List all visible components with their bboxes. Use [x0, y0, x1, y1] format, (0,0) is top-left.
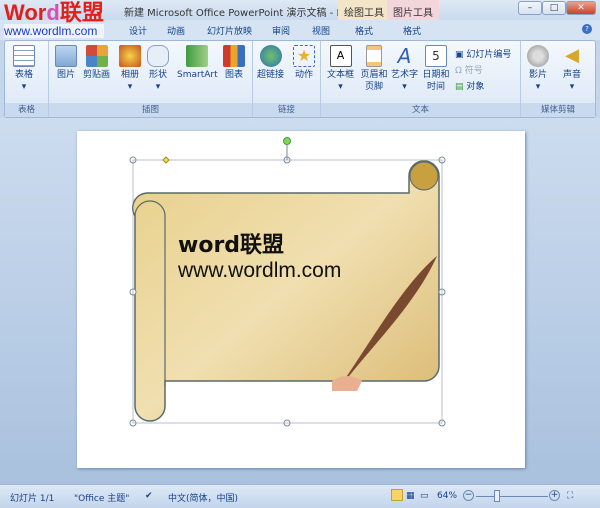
ribbon: 表格 ▾ 表格 图片 剪贴画 相册 ▾ 形状 ▾ SmartArt 图表 插图 超链接… [4, 40, 596, 118]
table-icon [13, 45, 35, 67]
speaker-icon: ◀ [565, 45, 579, 66]
album-button[interactable]: 相册 ▾ [119, 45, 141, 93]
status-bar: 幻灯片 1/1 "Office 主题" ✔ 中文(简体，中国) ▦ ▭ 64% … [0, 484, 600, 508]
group-links: 超链接 ★ 动作 链接 [253, 41, 321, 117]
globe-icon [259, 45, 282, 67]
wordart-icon: A [397, 44, 412, 68]
group-text: A 文本框 ▾ 页眉和页脚 A 艺术字 ▾ 5 日期和时间 ▣ 幻灯片编号 Ω 符号 ▤ … [321, 41, 521, 117]
watermark-logo: Word联盟 www.wordlm.com [4, 0, 104, 38]
slide-canvas[interactable]: word联盟 www.wordlm.com [77, 131, 525, 468]
picture-icon [55, 45, 77, 67]
minimize-button[interactable]: – [518, 1, 542, 15]
slide-counter: 幻灯片 1/1 [10, 494, 55, 504]
normal-view-button[interactable] [391, 489, 403, 501]
context-tab-picture-tools: 图片工具 [387, 0, 439, 20]
wordart-button[interactable]: A 艺术字 ▾ [391, 45, 418, 93]
zoom-in-button[interactable]: + [549, 490, 560, 501]
omega-icon: Ω [455, 66, 462, 76]
zoom-slider-thumb[interactable] [494, 490, 500, 502]
spellcheck-icon[interactable]: ✔ [145, 491, 153, 501]
date-time-button[interactable]: 5 日期和时间 [421, 45, 451, 93]
theme-name[interactable]: "Office 主题" [74, 491, 129, 504]
textbox-icon: A [329, 45, 352, 67]
slide-sorter-button[interactable]: ▦ [406, 491, 415, 501]
tab-format-drawing[interactable]: 格式 [355, 24, 373, 37]
adjust-handle[interactable] [162, 156, 170, 164]
shapes-button[interactable]: 形状 ▾ [147, 45, 169, 93]
slide-number-button[interactable]: ▣ 幻灯片编号 [455, 47, 511, 60]
slide-subtitle[interactable]: www.wordlm.com [178, 259, 341, 283]
picture-button[interactable]: 图片 [55, 45, 77, 81]
symbol-button[interactable]: Ω 符号 [455, 63, 483, 76]
zoom-slider[interactable] [476, 496, 548, 497]
shapes-icon [147, 45, 169, 67]
group-label: 插图 [49, 103, 252, 117]
film-reel-icon [527, 45, 549, 67]
fit-to-window-icon[interactable]: ⛶ [567, 491, 573, 501]
smartart-icon [186, 45, 209, 67]
action-button[interactable]: ★ 动作 [293, 45, 315, 81]
chart-button[interactable]: 图表 [223, 45, 245, 81]
language[interactable]: 中文(简体，中国) [168, 491, 238, 504]
rotation-handle[interactable] [283, 137, 291, 145]
header-footer-icon [366, 45, 382, 67]
group-media: 影片 ▾ ◀ 声音 ▾ 媒体剪辑 [521, 41, 595, 117]
context-tab-drawing-tools: 绘图工具 [338, 0, 390, 20]
zoom-level[interactable]: 64% [437, 491, 457, 501]
object-icon: ▤ [455, 82, 464, 92]
help-icon[interactable]: ? [582, 24, 592, 34]
hyperlink-button[interactable]: 超链接 [257, 45, 284, 81]
smartart-button[interactable]: SmartArt [177, 45, 218, 81]
tab-review[interactable]: 审阅 [272, 24, 290, 37]
window-title: 新建 Microsoft Office PowerPoint 演示文稿 - M.… [124, 8, 355, 19]
tab-design[interactable]: 设计 [129, 24, 147, 37]
group-table: 表格 ▾ 表格 [5, 41, 49, 117]
group-label: 媒体剪辑 [521, 103, 595, 117]
star-icon: ★ [293, 45, 315, 67]
sound-button[interactable]: ◀ 声音 ▾ [561, 45, 583, 93]
maximize-button[interactable]: □ [542, 1, 566, 15]
scroll-picture[interactable] [77, 131, 525, 468]
group-label: 文本 [321, 103, 520, 117]
close-button[interactable]: ✕ [566, 1, 596, 15]
movie-button[interactable]: 影片 ▾ [527, 45, 549, 93]
tab-view[interactable]: 视图 [312, 24, 330, 37]
tab-animation[interactable]: 动画 [167, 24, 185, 37]
tab-format-picture[interactable]: 格式 [403, 24, 421, 37]
group-label: 表格 [5, 103, 48, 117]
calendar-icon: 5 [425, 45, 447, 67]
table-button[interactable]: 表格 ▾ [13, 45, 35, 93]
album-icon [119, 45, 141, 67]
textbox-button[interactable]: A 文本框 ▾ [327, 45, 354, 93]
group-label: 链接 [253, 103, 320, 117]
object-button[interactable]: ▤ 对象 [455, 79, 484, 92]
header-footer-button[interactable]: 页眉和页脚 [359, 45, 389, 93]
chart-icon [223, 45, 245, 67]
clipart-button[interactable]: 剪贴画 [83, 45, 110, 81]
slideshow-button[interactable]: ▭ [420, 491, 429, 501]
slide-number-icon: ▣ [455, 50, 464, 60]
clipart-icon [85, 45, 108, 67]
slide-title[interactable]: word联盟 [178, 227, 284, 259]
group-illustrations: 图片 剪贴画 相册 ▾ 形状 ▾ SmartArt 图表 插图 [49, 41, 253, 117]
zoom-out-button[interactable]: − [463, 490, 474, 501]
tab-slideshow[interactable]: 幻灯片放映 [207, 24, 252, 37]
